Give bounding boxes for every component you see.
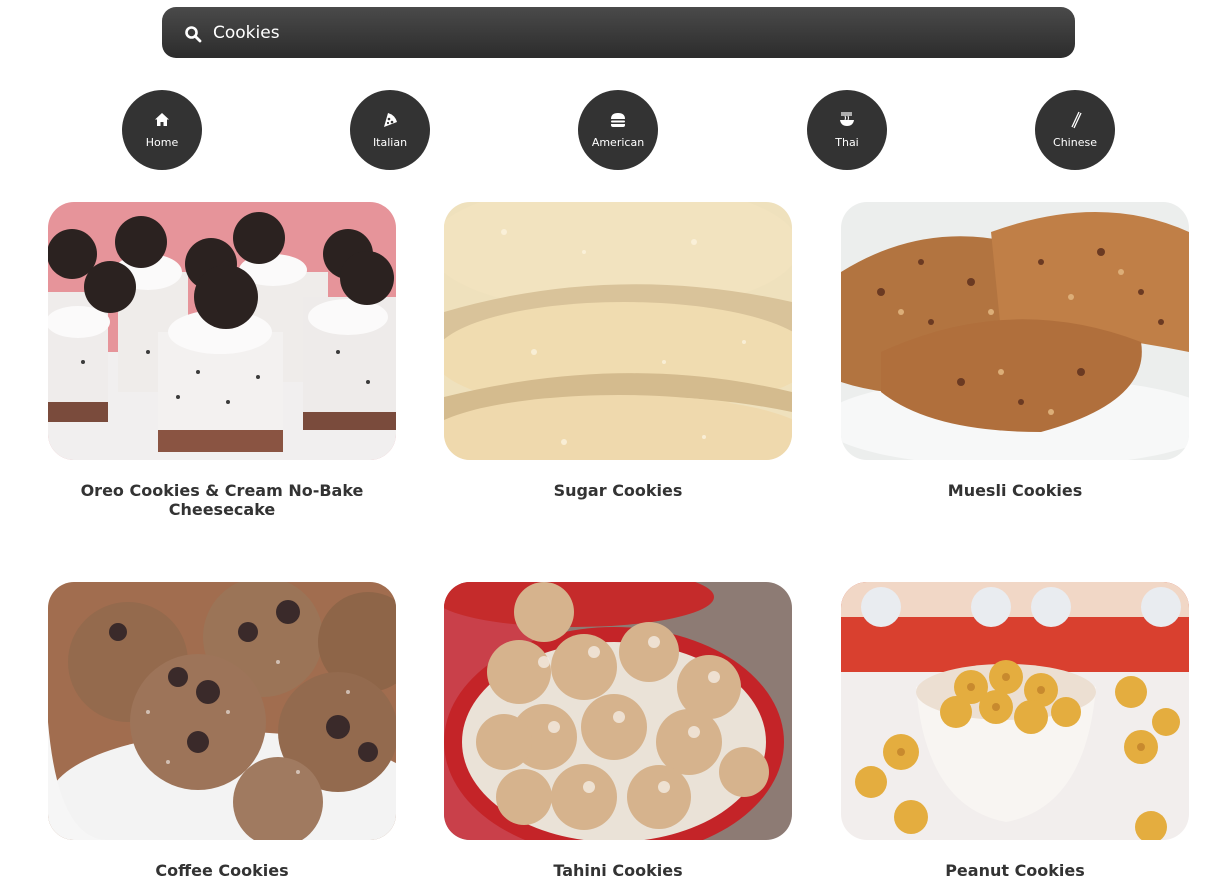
category-label: Chinese <box>1053 136 1097 149</box>
home-icon <box>155 113 169 126</box>
recipe-photo-coffee-cookies <box>48 582 396 840</box>
category-chinese-button[interactable]: Chinese <box>1035 90 1115 170</box>
noodle-bowl-icon <box>840 112 854 126</box>
chopsticks-icon <box>1071 111 1082 129</box>
pizza-icon <box>384 113 397 127</box>
recipe-title[interactable]: Sugar Cookies <box>454 481 782 500</box>
recipe-photo-muesli-cookies <box>841 202 1189 460</box>
category-label: Home <box>145 136 179 149</box>
search-bar <box>162 7 1075 58</box>
burger-icon <box>611 113 625 127</box>
category-italian-button[interactable]: Italian <box>350 90 430 170</box>
recipe-title[interactable]: Muesli Cookies <box>851 481 1179 500</box>
recipe-image[interactable] <box>48 582 396 840</box>
recipe-title[interactable]: Coffee Cookies <box>58 861 386 880</box>
category-label: Italian <box>372 136 408 149</box>
recipe-image[interactable] <box>444 582 792 840</box>
recipe-title[interactable]: Oreo Cookies & Cream No-Bake Cheesecake <box>58 481 386 519</box>
category-american-button[interactable]: American <box>578 90 658 170</box>
search-icon[interactable] <box>184 25 202 43</box>
recipe-image[interactable] <box>841 202 1189 460</box>
recipe-title[interactable]: Tahini Cookies <box>454 861 782 880</box>
category-home-button[interactable]: Home <box>122 90 202 170</box>
category-thai-button[interactable]: Thai <box>807 90 887 170</box>
recipe-image[interactable] <box>48 202 396 460</box>
recipe-photo-oreo-cheesecake <box>48 202 396 460</box>
recipe-photo-tahini-cookies <box>444 582 792 840</box>
category-label: Thai <box>835 136 859 149</box>
category-label: American <box>591 136 645 149</box>
recipe-photo-peanut-cookies <box>841 582 1189 840</box>
recipe-photo-sugar-cookies <box>444 202 792 460</box>
search-input[interactable] <box>209 7 1037 58</box>
recipe-image[interactable] <box>444 202 792 460</box>
recipe-title[interactable]: Peanut Cookies <box>851 861 1179 880</box>
recipe-image[interactable] <box>841 582 1189 840</box>
